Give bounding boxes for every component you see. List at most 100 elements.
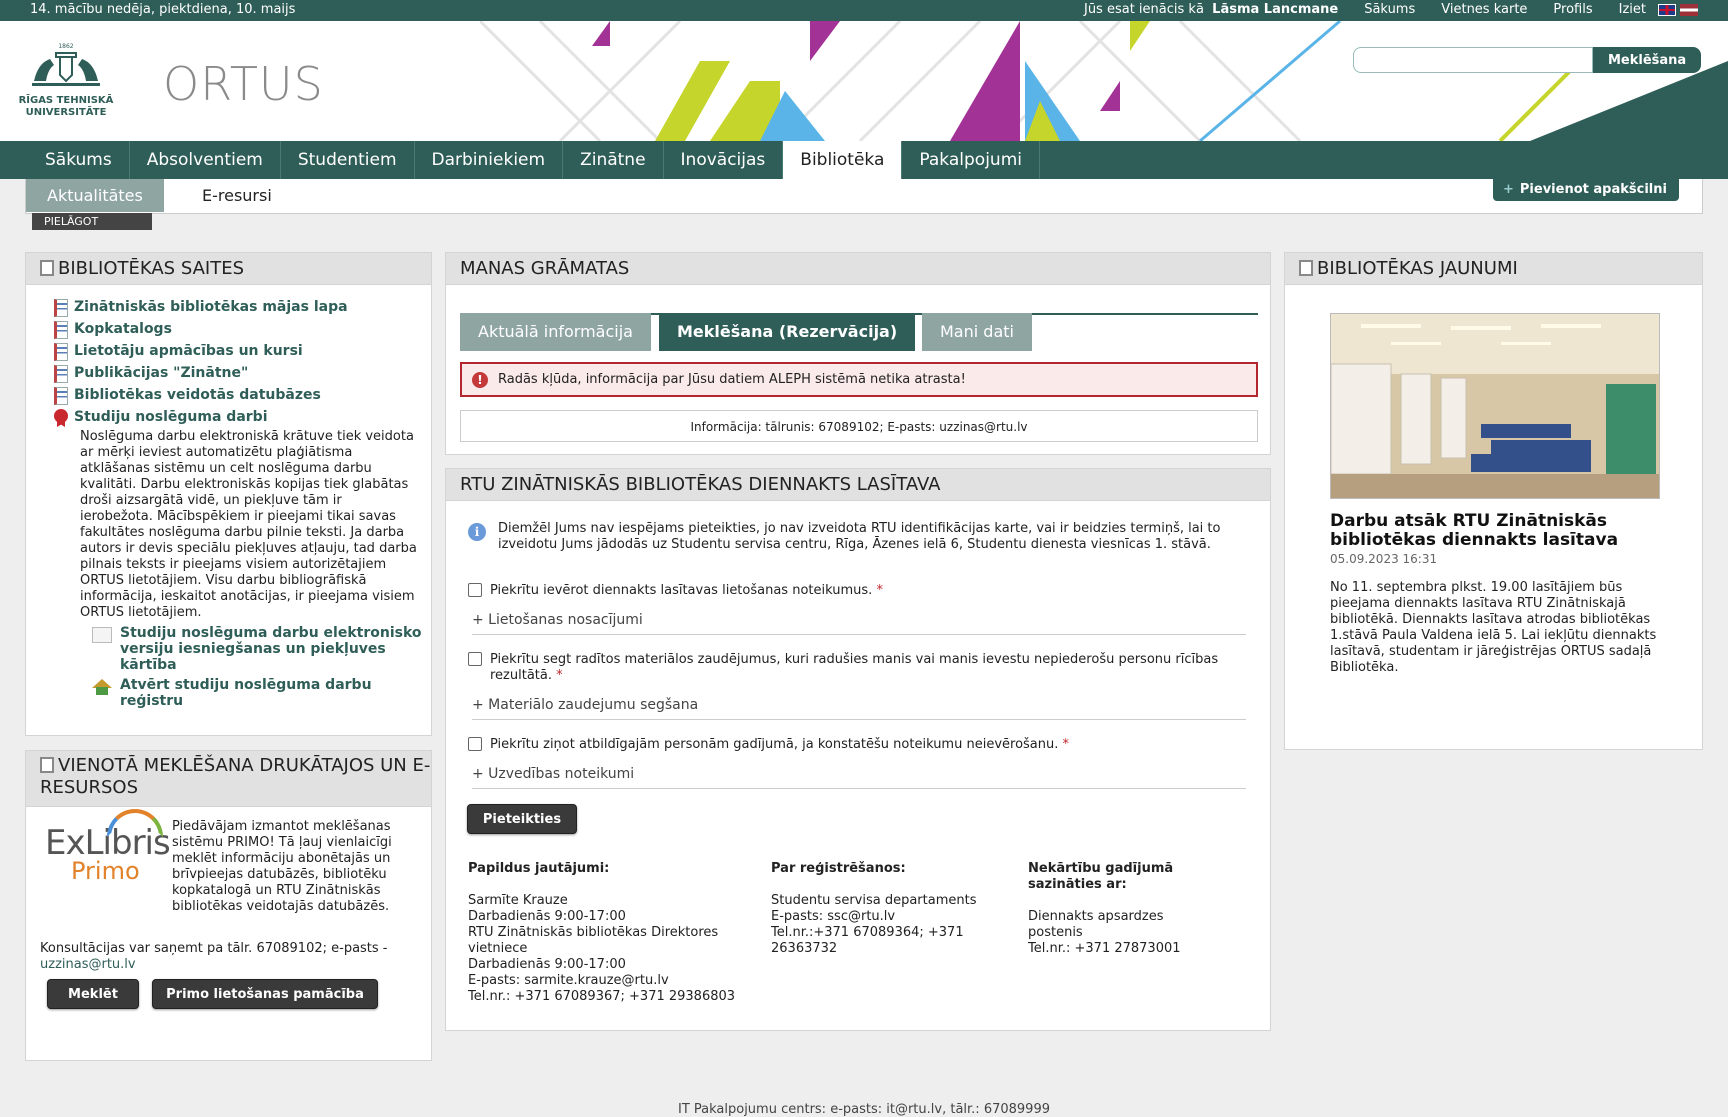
header-decoration [480,21,1728,141]
top-link-sitemap[interactable]: Vietnes karte [1441,2,1527,17]
ortus-logo[interactable]: ORTUS [163,57,324,111]
english-flag-icon[interactable] [1658,3,1676,16]
search-button[interactable]: Meklēšana [1593,47,1702,73]
header: 1862 RĪGAS TEHNISKĀ UNIVERSITĀTE ORTUS M… [0,21,1728,141]
link-union-catalog[interactable]: Kopkatalogs [74,321,172,337]
room-notice: i Diemžēl Jums nav iespējams pieteikties,… [468,521,1248,553]
subtab-news[interactable]: Aktualitātes [26,179,164,212]
panel-header: BIBLIOTĒKAS JAUNUMI [1285,253,1702,285]
contact-registration: Par reģistrēšanos: Studentu servisa depa… [771,861,977,956]
tab-my-data[interactable]: Mani dati [922,313,1032,351]
nav-home[interactable]: Sākums [28,141,130,179]
agree-damages-checkbox[interactable] [468,652,482,666]
user-name[interactable]: Lāsma Lancmane [1212,2,1338,17]
list-item: Zinātniskās bibliotēkas mājas lapa [54,299,417,317]
list-item: Publikācijas "Zinātne" [54,365,417,383]
link-databases[interactable]: Bibliotēkas veidotās datubāzes [74,387,321,403]
rtu-logo[interactable]: 1862 RĪGAS TEHNISKĀ UNIVERSITĀTE [18,41,114,119]
tab-current-info[interactable]: Aktuālā informācija [460,313,651,351]
link-theses[interactable]: Studiju noslēguma darbi [74,409,268,425]
link-theses-register[interactable]: Atvērt studiju noslēguma darbu reģistru [120,677,431,709]
nav-students[interactable]: Studentiem [281,141,415,179]
consultation-info: Konsultācijas var saņemt pa tālr. 670891… [40,941,388,972]
nav-innovation[interactable]: Inovācijas [664,141,784,179]
required-mark: * [1062,737,1070,752]
top-bar-right: Jūs esat ienācis kā Lāsma Lancmane Sākum… [1084,2,1698,17]
required-mark: * [876,583,883,598]
usage-conditions-expander[interactable]: + Lietošanas nosacījumi [472,609,1246,635]
rtu-crest-icon: 1862 [32,43,100,86]
week-info: 14. mācību nedēja, piektdiena, 10. maijs [30,2,296,17]
library-links-list: Zinātniskās bibliotēkas mājas lapa Kopka… [26,285,431,427]
reading-room-image [1331,314,1659,498]
agree-report-row: Piekrītu ziņot atbildīgajām personām gad… [468,737,1248,753]
nav-alumni[interactable]: Absolventiem [130,141,281,179]
link-theses-rules[interactable]: Studiju noslēguma darbu elektronisko ver… [120,625,431,673]
list-item: Bibliotēkas veidotās datubāzes [54,387,417,405]
university-name: RĪGAS TEHNISKĀ UNIVERSITĀTE [18,95,114,118]
sub-nav: Aktualitātes E-resursi [25,179,1703,214]
page-icon [92,627,112,643]
primo-search-button[interactable]: Meklēt [47,979,139,1009]
damages-expander[interactable]: + Materiālo zaudejumu segšana [472,694,1246,720]
theses-description: Noslēguma darbu elektroniskā krātuve tie… [80,429,417,620]
primo-guide-button[interactable]: Primo lietošanas pamācība [152,979,378,1009]
info-icon: i [468,523,486,541]
library-links-panel: BIBLIOTĒKAS SAITES Zinātniskās bibliotēk… [25,252,432,736]
list-item: Atvērt studiju noslēguma darbu reģistru [26,677,431,709]
contact-additional: Papildus jautājumi: Sarmīte Krauze Darba… [468,861,736,1004]
required-mark: * [556,668,563,683]
contact-info-line: Informācija: tālrunis: 67089102; E-pasts… [460,410,1258,442]
document-icon [54,299,68,317]
footer: IT Pakalpojumu centrs: e-pasts: it@rtu.l… [677,1102,1050,1117]
error-icon: ! [472,371,488,388]
link-user-training[interactable]: Lietotāju apmācības un kursi [74,343,303,359]
library-news-panel: BIBLIOTĒKAS JAUNUMI Darbu atsāk RTU Zinā… [1284,252,1703,750]
add-subtab-button[interactable]: + Pievienot apakšcilni [1493,179,1679,201]
error-message: ! Radās kļūda, informācija par Jūsu datie… [460,362,1258,397]
news-headline[interactable]: Darbu atsāk RTU Zinātniskās bibliotēkas … [1330,512,1670,550]
latvian-flag-icon[interactable] [1680,3,1698,16]
list-item: Kopkatalogs [54,321,417,339]
apply-button[interactable]: Pieteikties [467,804,577,834]
agree-rules-checkbox[interactable] [468,583,482,597]
news-photo[interactable] [1330,313,1660,499]
document-icon [54,387,68,405]
reading-room-panel: RTU ZINĀTNISKĀS BIBLIOTĒKAS DIENNAKTS LA… [445,468,1271,1031]
customize-button[interactable]: PIELĀGOT [32,213,152,230]
top-link-profile[interactable]: Profils [1553,2,1592,17]
top-link-home[interactable]: Sākums [1364,2,1415,17]
panel-header: MANAS GRĀMATAS [446,253,1270,285]
nav-employees[interactable]: Darbiniekiem [415,141,564,179]
main-nav: Sākums Absolventiem Studentiem Darbiniek… [0,141,1728,179]
exlibris-primo-logo[interactable]: ExLibris Primo [45,809,171,885]
news-text: No 11. septembra plkst. 19.00 lasītājiem… [1330,580,1657,675]
agree-damages-row: Piekrītu segt radītos materiālos zaudēju… [468,652,1248,684]
home-icon [92,679,112,695]
agree-report-checkbox[interactable] [468,737,482,751]
link-publications[interactable]: Publikācijas "Zinātne" [74,365,248,381]
agree-rules-row: Piekrītu ievērot diennakts lasītavas lie… [468,583,1248,599]
logged-in-info: Jūs esat ienācis kā Lāsma Lancmane [1083,2,1339,17]
top-link-logout[interactable]: Iziet [1619,2,1646,17]
tab-search-reservation[interactable]: Meklēšana (Rezervācija) [659,313,916,351]
panel-header: VIENOTĀ MEKLĒŠANA DRUKĀTAJOS UN E-RESURS… [26,751,431,807]
header-search: Meklēšana [1353,47,1702,73]
portlet-icon [40,260,54,276]
primo-panel: VIENOTĀ MEKLĒŠANA DRUKĀTAJOS UN E-RESURS… [25,750,432,1061]
search-input[interactable] [1353,47,1593,73]
link-library-homepage[interactable]: Zinātniskās bibliotēkas mājas lapa [74,299,348,315]
behavior-rules-expander[interactable]: + Uzvedības noteikumi [472,763,1246,789]
logo-arc-icon [107,809,163,837]
nav-services[interactable]: Pakalpojumi [902,141,1040,179]
list-item: Lietotāju apmācības un kursi [54,343,417,361]
consultation-email-link[interactable]: uzzinas@rtu.lv [40,957,136,972]
plus-icon: + [1503,182,1514,197]
nav-science[interactable]: Zinātne [563,141,664,179]
document-icon [54,321,68,339]
crest-year: 1862 [58,43,73,50]
nav-library[interactable]: Bibliotēka [783,141,903,179]
subtab-eresources[interactable]: E-resursi [181,179,293,212]
portlet-icon [40,757,54,773]
top-bar: 14. mācību nedēja, piektdiena, 10. maijs… [0,0,1728,21]
